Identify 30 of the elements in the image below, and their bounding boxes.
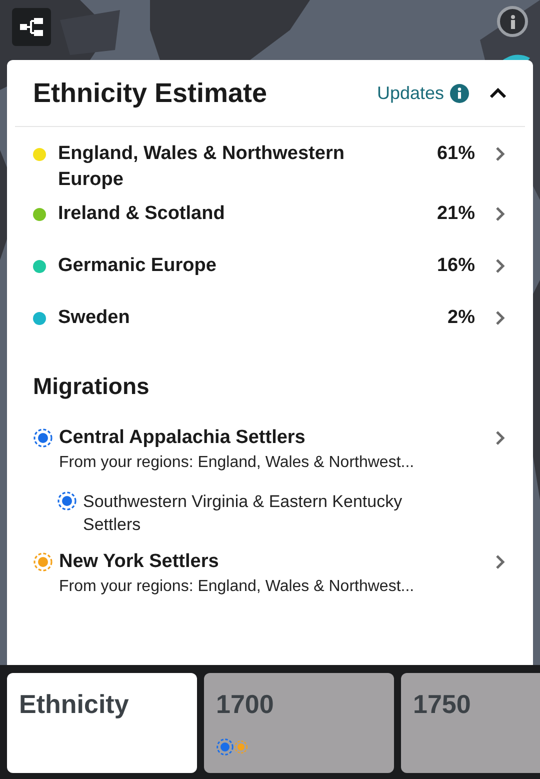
info-icon	[450, 84, 469, 102]
section-heading: Migrations	[33, 372, 150, 401]
chevron-right-icon[interactable]	[495, 310, 505, 326]
region-name: England, Wales & Northwestern Europe	[58, 142, 346, 192]
region-name: Germanic Europe	[58, 254, 218, 278]
chevron-right-icon[interactable]	[495, 206, 505, 222]
chevron-right-icon[interactable]	[495, 554, 505, 570]
sub-migration-name: Southwestern Virginia & Eastern Kentucky Settlers	[83, 490, 404, 536]
chevron-right-icon[interactable]	[495, 430, 505, 446]
panel-title: Ethnicity Estimate	[33, 76, 268, 110]
region-percent: 2%	[448, 306, 475, 330]
timeline-tab[interactable]: 1750	[401, 673, 540, 773]
timeline-tab[interactable]: Ethnicity	[7, 673, 197, 773]
migration-name: Central Appalachia Settlers	[59, 426, 306, 450]
region-name: Ireland & Scotland	[58, 202, 226, 226]
chevron-right-icon[interactable]	[495, 258, 505, 274]
migration-regions: From your regions: England, Wales & Northwest...	[59, 452, 414, 472]
updates-link[interactable]: Updates	[376, 80, 469, 106]
migration-name: New York Settlers	[59, 550, 220, 574]
info-icon	[510, 14, 516, 28]
collapse-icon[interactable]	[489, 87, 507, 99]
region-percent: 16%	[436, 254, 475, 278]
chevron-right-icon[interactable]	[495, 146, 505, 162]
region-name: Sweden	[58, 306, 131, 330]
region-percent: 21%	[436, 202, 475, 226]
timeline-tab[interactable]: 1700	[204, 673, 394, 773]
migration-regions: From your regions: England, Wales & Northwest...	[59, 576, 414, 596]
tree-view-button[interactable]	[12, 8, 51, 46]
hierarchy-icon	[20, 17, 44, 37]
region-percent: 61%	[436, 142, 475, 166]
